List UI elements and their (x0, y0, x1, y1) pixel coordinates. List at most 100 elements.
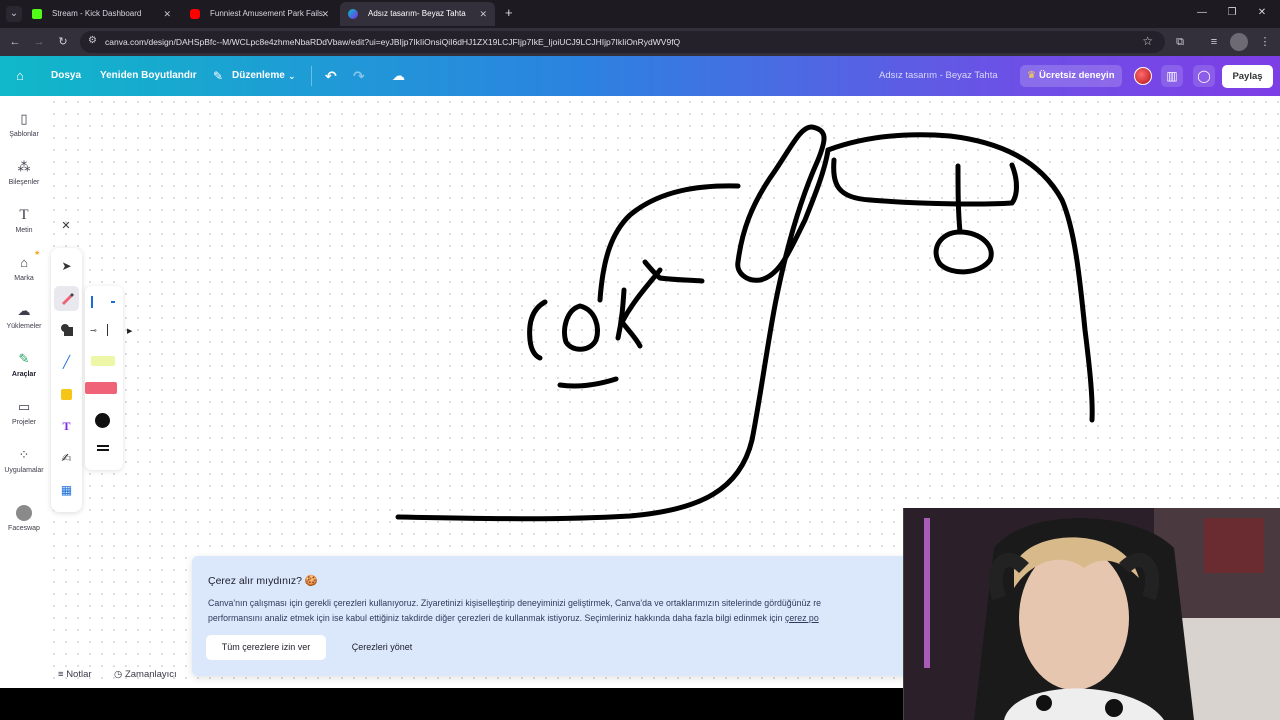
tab-title: Adsız tasarım- Beyaz Tahta (368, 9, 466, 18)
sidebar-item-apps[interactable]: ⁘ Uygulamalar (0, 447, 48, 491)
close-icon[interactable]: ✕ (163, 2, 171, 26)
color-swatch-black[interactable] (95, 413, 110, 428)
sidebar-item-brand[interactable]: ⌂ Marka ★ (0, 250, 48, 299)
bookmark-star-icon[interactable]: ☆ (1142, 34, 1153, 48)
close-icon[interactable]: ✕ (479, 2, 487, 26)
chevron-down-icon[interactable]: ⌄ (288, 56, 296, 96)
close-draw-panel-icon[interactable]: ✕ (59, 219, 73, 233)
webcam-video (904, 508, 1280, 720)
minimize-icon[interactable]: — (1192, 4, 1212, 22)
tab-youtube-video[interactable]: Funniest Amusement Park Fails ✕ (182, 2, 337, 26)
cloud-save-icon[interactable]: ☁ (392, 56, 405, 96)
tab-search-icon[interactable]: ⌄ (6, 6, 22, 22)
sidebar-item-label: Faceswap (8, 525, 40, 532)
pen-size-divider (107, 324, 108, 336)
screen: ⌄ Stream - Kick Dashboard ✕ Funniest Amu… (0, 0, 1280, 720)
sidebar-item-label: Yüklemeler (6, 323, 42, 330)
browser-tabstrip: ⌄ Stream - Kick Dashboard ✕ Funniest Amu… (0, 0, 1280, 28)
shapes-shape (60, 324, 73, 336)
webcam-overlay (903, 508, 1280, 720)
manage-cookies-button[interactable]: Çerezleri yönet (342, 635, 422, 660)
address-bar[interactable]: ⚙ canva.com/design/DAHSpBfc--M/WCLpc8e4z… (80, 31, 1165, 53)
share-button[interactable]: Paylaş (1222, 65, 1273, 88)
reload-icon[interactable]: ↻ (54, 33, 72, 51)
crown-icon: ♛ (1027, 70, 1036, 81)
free-trial-label: Ücretsiz deneyin (1039, 70, 1115, 81)
cookie-text-line1: Canva'nın çalışması için gerekli çerezle… (208, 598, 822, 608)
sticky-note-icon[interactable] (54, 382, 79, 407)
pen-options-panel: ⊸ ▶ (85, 286, 132, 470)
canva-header: ⌂ Dosya Yeniden Boyutlandır ✎ Düzenleme … (0, 56, 1280, 96)
edit-mode-button[interactable]: Düzenleme (232, 56, 285, 96)
marker-icon[interactable] (85, 382, 117, 394)
select-arrow-icon[interactable]: ➤ (54, 254, 79, 279)
table-icon[interactable]: ▦ (54, 478, 79, 503)
comment-icon[interactable]: ◯ (1193, 65, 1215, 87)
pen-blue-icon[interactable] (91, 296, 93, 308)
file-menu-button[interactable]: Dosya (51, 56, 81, 96)
stroke-weight-icon[interactable] (97, 445, 109, 447)
undo-icon[interactable]: ↶ (325, 56, 337, 96)
free-trial-button[interactable]: ♛ Ücretsiz deneyin (1020, 65, 1122, 87)
line-tool-icon[interactable]: ╱ (54, 350, 79, 375)
cookie-policy-link[interactable]: çerez po (785, 613, 819, 623)
accept-all-cookies-button[interactable]: Tüm çerezlere izin ver (206, 635, 326, 660)
template-icon: ▯ (20, 111, 28, 126)
timer-button[interactable]: ◷ Zamanlayıcı (114, 664, 177, 686)
profile-avatar-icon[interactable] (1230, 33, 1248, 51)
url-text: canva.com/design/DAHSpBfc--M/WCLpc8e4zhm… (105, 37, 681, 47)
media-queue-icon[interactable]: ≡ (1205, 33, 1223, 51)
sidebar-item-faceswap[interactable]: Faceswap (0, 505, 48, 549)
pen-more-arrow-icon[interactable]: ▶ (127, 327, 132, 335)
tab-kick-dashboard[interactable]: Stream - Kick Dashboard ✕ (24, 2, 179, 26)
sidebar-item-text[interactable]: T Metin (0, 207, 48, 251)
tools-icon: ✎ (18, 351, 30, 366)
resize-button[interactable]: Yeniden Boyutlandır (100, 56, 197, 96)
sidebar-item-tools[interactable]: ✎ Araçlar (0, 351, 48, 395)
sidebar-item-projects[interactable]: ▭ Projeler (0, 399, 48, 443)
restore-icon[interactable]: ❐ (1222, 4, 1242, 22)
pen-thin-icon[interactable]: ⊸ (90, 326, 97, 335)
draw-toolbar: ➤ ╱ T ✍ ▦ (51, 248, 82, 512)
cookie-consent-banner: Çerez alır mıydınız? 🍪 Canva'nın çalışma… (192, 556, 922, 676)
highlighter-icon[interactable] (91, 356, 115, 366)
sidebar-item-uploads[interactable]: ☁ Yüklemeler (0, 303, 48, 347)
tab-title: Funniest Amusement Park Fails (210, 9, 323, 18)
tab-canva-design[interactable]: Adsız tasarım- Beyaz Tahta ✕ (340, 2, 495, 26)
sidebar-item-label: Şablonlar (9, 131, 39, 138)
sidebar-item-templates[interactable]: ▯ Şablonlar (0, 111, 48, 155)
window-close-icon[interactable]: ✕ (1252, 4, 1272, 22)
browser-toolbar: ← → ↻ ⚙ canva.com/design/DAHSpBfc--M/WCL… (0, 28, 1280, 56)
cookie-text-line2-a: performansını analiz etmek için ise kabu… (208, 613, 785, 623)
back-icon[interactable]: ← (6, 33, 24, 51)
notes-button[interactable]: ≡ Notlar (58, 664, 92, 686)
analytics-icon[interactable]: ▥ (1161, 65, 1183, 87)
close-icon[interactable]: ✕ (321, 2, 329, 26)
timer-label: Zamanlayıcı (124, 669, 177, 680)
browser-menu-icon[interactable]: ⋮ (1256, 33, 1274, 51)
youtube-favicon-icon (190, 9, 200, 19)
extensions-icon[interactable]: ⧉ (1171, 33, 1189, 51)
elements-icon: ⁂ (17, 159, 31, 174)
sidebar-item-elements[interactable]: ⁂ Bileşenler (0, 159, 48, 203)
home-icon[interactable]: ⌂ (16, 56, 24, 96)
pen-tool-icon[interactable] (54, 286, 79, 311)
text-icon: T (19, 207, 29, 223)
sidebar-item-label: Projeler (11, 419, 37, 426)
cookie-description: Canva'nın çalışması için gerekli çerezle… (208, 596, 922, 626)
kick-favicon-icon (32, 9, 42, 19)
shapes-icon[interactable] (54, 318, 79, 343)
new-tab-icon[interactable]: + (505, 4, 513, 22)
cookie-text-line2: performansını analiz etmek için ise kabu… (208, 611, 922, 626)
sidebar-item-label: Araçlar (11, 371, 37, 378)
forward-icon[interactable]: → (30, 33, 48, 51)
redo-icon[interactable]: ↷ (353, 56, 365, 96)
site-info-icon[interactable]: ⚙ (88, 35, 97, 46)
cookie-title: Çerez alır mıydınız? 🍪 (208, 575, 318, 587)
text-tool-icon[interactable]: T (54, 414, 79, 439)
document-title[interactable]: Adsız tasarım - Beyaz Tahta (879, 56, 998, 96)
user-avatar[interactable] (1134, 67, 1152, 85)
signature-icon[interactable]: ✍ (54, 446, 79, 471)
bottom-bar: ≡ Notlar ◷ Zamanlayıcı (48, 664, 198, 686)
tab-title: Stream - Kick Dashboard (52, 9, 142, 18)
